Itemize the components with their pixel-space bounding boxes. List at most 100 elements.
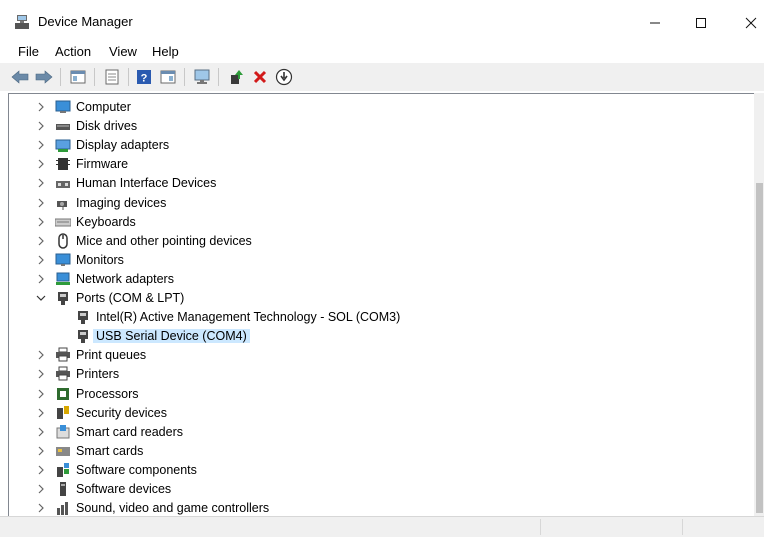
- tree-device-usb-serial-device-com4[interactable]: USB Serial Device (COM4): [9, 327, 749, 346]
- menu-file[interactable]: File: [18, 44, 39, 59]
- tree-category-printers[interactable]: Printers: [9, 365, 749, 384]
- toolbar-separator: [218, 68, 219, 86]
- window-title: Device Manager: [38, 14, 133, 29]
- chevron-right-icon[interactable]: [35, 177, 47, 189]
- chevron-right-icon[interactable]: [35, 197, 47, 209]
- chevron-right-icon[interactable]: [35, 426, 47, 438]
- tree-item-label: Smart card readers: [76, 424, 183, 439]
- tree-category-disk-drives[interactable]: Disk drives: [9, 117, 749, 136]
- tree-category-software-components[interactable]: Software components: [9, 461, 749, 480]
- port-icon: [75, 328, 91, 344]
- printer-icon: [55, 347, 71, 363]
- tree-category-computer[interactable]: Computer: [9, 98, 749, 117]
- tree-category-smart-card-readers[interactable]: Smart card readers: [9, 423, 749, 442]
- tree-item-label: Printers: [76, 367, 120, 382]
- scan-hardware-icon[interactable]: [192, 67, 212, 87]
- tree-category-network-adapters[interactable]: Network adapters: [9, 270, 749, 289]
- tree-category-firmware[interactable]: Firmware: [9, 155, 749, 174]
- toolbar: ?: [0, 63, 764, 91]
- minimize-button[interactable]: [632, 8, 678, 38]
- hid-icon: [55, 175, 71, 191]
- menu-action[interactable]: Action: [55, 44, 91, 59]
- action-pane-icon[interactable]: [158, 67, 178, 87]
- port-icon: [55, 290, 71, 306]
- download-icon[interactable]: [274, 67, 294, 87]
- tree-category-print-queues[interactable]: Print queues: [9, 346, 749, 365]
- tree-item-label: Mice and other pointing devices: [76, 233, 252, 248]
- tree-category-mice-and-other-pointing-devices[interactable]: Mice and other pointing devices: [9, 232, 749, 251]
- tree-category-software-devices[interactable]: Software devices: [9, 480, 749, 499]
- back-button[interactable]: [10, 67, 30, 87]
- maximize-button[interactable]: [678, 8, 724, 38]
- chevron-right-icon[interactable]: [35, 235, 47, 247]
- smart-card-reader-icon: [55, 424, 71, 440]
- chevron-right-icon[interactable]: [35, 464, 47, 476]
- tree-item-label: USB Serial Device (COM4): [93, 329, 250, 344]
- disk-drive-icon: [55, 118, 71, 134]
- device-tree: Computer Disk drives Display adapters Firmw…: [8, 93, 757, 517]
- chevron-right-icon[interactable]: [35, 445, 47, 457]
- scrollbar-thumb[interactable]: [756, 183, 763, 513]
- status-pane: [540, 519, 541, 535]
- tree-category-human-interface-devices[interactable]: Human Interface Devices: [9, 174, 749, 193]
- tree-item-label: Display adapters: [76, 138, 170, 153]
- help-icon[interactable]: ?: [134, 67, 154, 87]
- tree-category-security-devices[interactable]: Security devices: [9, 404, 749, 423]
- tree-device-intel-r-active-management-technology-sol-com3[interactable]: Intel(R) Active Management Technology - …: [9, 308, 749, 327]
- forward-button[interactable]: [34, 67, 54, 87]
- chevron-right-icon[interactable]: [35, 483, 47, 495]
- properties-icon[interactable]: [102, 67, 122, 87]
- tree-item-label: Human Interface Devices: [76, 176, 217, 191]
- tree-item-label: Security devices: [76, 405, 168, 420]
- tree-category-imaging-devices[interactable]: Imaging devices: [9, 194, 749, 213]
- tree-item-label: Smart cards: [76, 443, 144, 458]
- camera-icon: [55, 195, 71, 211]
- security-icon: [55, 405, 71, 421]
- tree-item-label: Computer: [76, 100, 131, 114]
- monitor-icon: [55, 252, 71, 268]
- show-hide-console-tree-icon[interactable]: [68, 67, 88, 87]
- device-manager-icon: [14, 14, 30, 30]
- uninstall-device-icon[interactable]: [250, 67, 270, 87]
- chevron-right-icon[interactable]: [35, 158, 47, 170]
- toolbar-separator: [60, 68, 61, 86]
- chevron-right-icon[interactable]: [35, 120, 47, 132]
- chevron-right-icon[interactable]: [35, 216, 47, 228]
- chevron-down-icon[interactable]: [35, 292, 47, 304]
- tree-item-label: Processors: [76, 386, 139, 401]
- chevron-right-icon[interactable]: [35, 349, 47, 361]
- chevron-right-icon[interactable]: [35, 101, 47, 113]
- vertical-scrollbar[interactable]: [754, 93, 764, 516]
- tree-category-keyboards[interactable]: Keyboards: [9, 213, 749, 232]
- tree-category-sound-video-and-game-controllers[interactable]: Sound, video and game controllers: [9, 499, 749, 517]
- processor-icon: [55, 386, 71, 402]
- smart-card-icon: [55, 443, 71, 459]
- tree-category-display-adapters[interactable]: Display adapters: [9, 136, 749, 155]
- title-bar: Device Manager: [0, 0, 764, 40]
- firmware-icon: [55, 156, 71, 172]
- chevron-right-icon[interactable]: [35, 388, 47, 400]
- chevron-right-icon[interactable]: [35, 254, 47, 266]
- chevron-right-icon[interactable]: [35, 139, 47, 151]
- chevron-right-icon[interactable]: [35, 407, 47, 419]
- status-bar: [0, 516, 764, 537]
- menu-view[interactable]: View: [109, 44, 137, 59]
- tree-category-monitors[interactable]: Monitors: [9, 251, 749, 270]
- tree-item-label: Monitors: [76, 252, 124, 267]
- chevron-right-icon[interactable]: [35, 502, 47, 514]
- menu-help[interactable]: Help: [152, 44, 179, 59]
- chevron-right-icon[interactable]: [35, 273, 47, 285]
- computer-icon: [55, 99, 71, 115]
- tree-category-smart-cards[interactable]: Smart cards: [9, 442, 749, 461]
- keyboard-icon: [54, 214, 72, 230]
- chevron-right-icon[interactable]: [35, 368, 47, 380]
- port-icon: [75, 309, 91, 325]
- update-driver-icon[interactable]: [226, 67, 246, 87]
- tree-category-ports-com-lpt[interactable]: Ports (COM & LPT): [9, 289, 749, 308]
- close-button[interactable]: [728, 8, 764, 38]
- tree-item-label: Software devices: [76, 482, 172, 496]
- tree-category-processors[interactable]: Processors: [9, 385, 749, 404]
- tree-item-label: Print queues: [76, 348, 147, 363]
- status-pane: [682, 519, 683, 535]
- toolbar-separator: [128, 68, 129, 86]
